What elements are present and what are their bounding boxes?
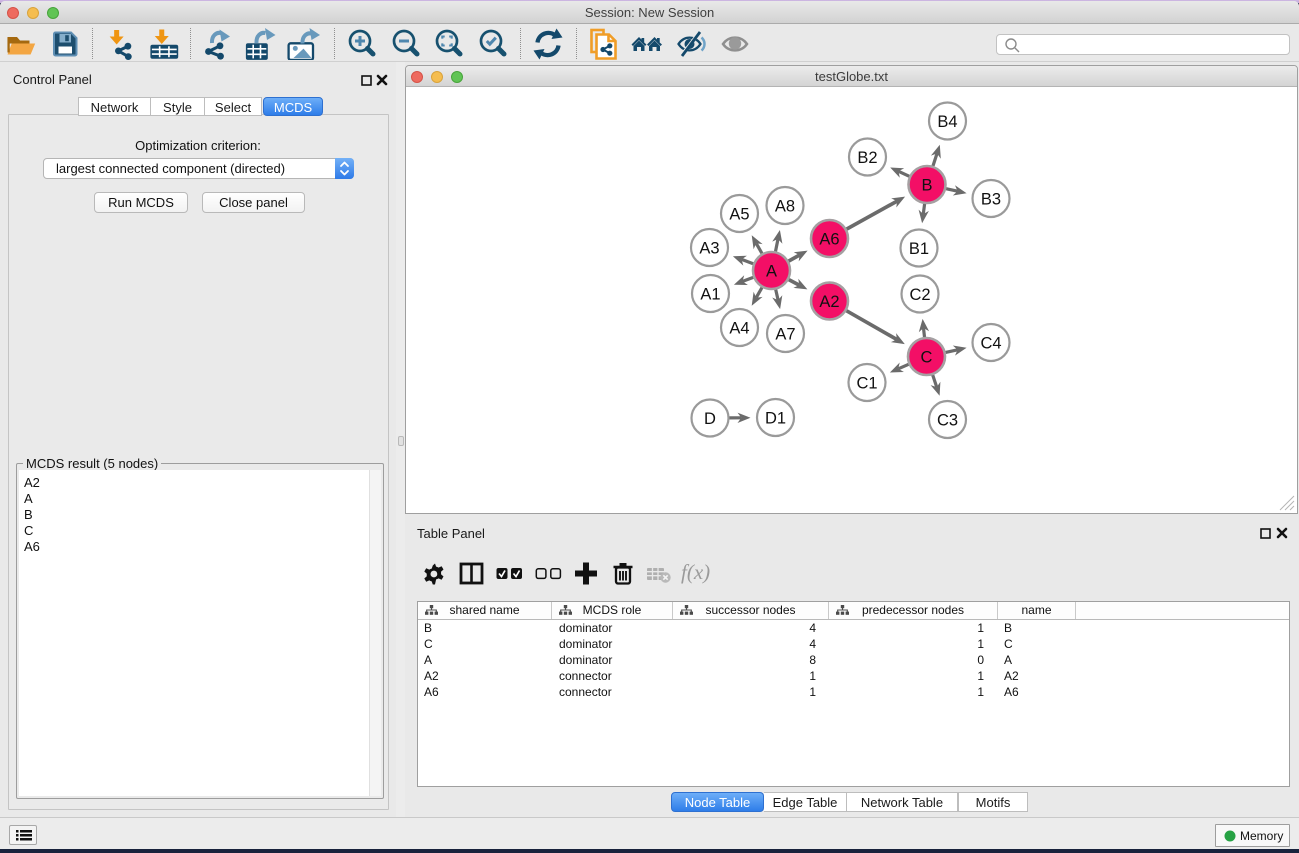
svg-text:D: D: [704, 410, 716, 428]
svg-text:A8: A8: [775, 197, 795, 215]
svg-text:B: B: [921, 176, 932, 194]
svg-text:D1: D1: [765, 409, 786, 427]
svg-text:B2: B2: [857, 149, 877, 167]
svg-text:A2: A2: [819, 293, 839, 311]
svg-text:A7: A7: [775, 325, 795, 343]
svg-text:C4: C4: [980, 334, 1001, 352]
svg-text:B4: B4: [937, 113, 957, 131]
svg-text:A6: A6: [819, 230, 839, 248]
svg-text:A3: A3: [699, 239, 719, 257]
svg-text:A1: A1: [700, 285, 720, 303]
svg-text:C2: C2: [909, 286, 930, 304]
svg-text:A: A: [766, 262, 777, 280]
svg-text:B1: B1: [909, 240, 929, 258]
svg-text:B3: B3: [981, 190, 1001, 208]
svg-text:A5: A5: [729, 205, 749, 223]
svg-text:C1: C1: [856, 374, 877, 392]
svg-text:A4: A4: [729, 319, 749, 337]
svg-text:C3: C3: [937, 411, 958, 429]
svg-text:C: C: [921, 348, 933, 366]
